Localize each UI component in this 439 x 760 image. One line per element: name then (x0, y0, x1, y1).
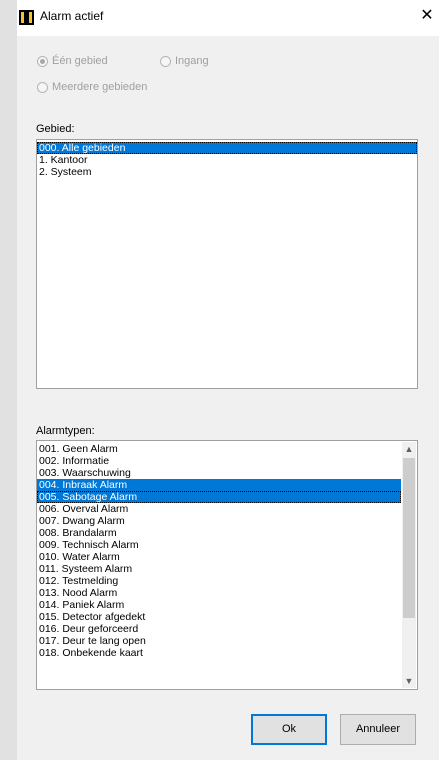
alarm-types-listbox[interactable]: 001. Geen Alarm 002. Informatie 003. Waa… (36, 440, 418, 690)
radio-one-area-label: Één gebied (52, 55, 108, 67)
list-item[interactable]: 008. Brandalarm (37, 527, 401, 539)
list-item[interactable]: 005. Sabotage Alarm (37, 491, 401, 503)
list-item[interactable]: 001. Geen Alarm (37, 443, 401, 455)
radio-selected-icon (37, 55, 48, 67)
area-list-label: Gebied: (36, 123, 75, 135)
list-item[interactable]: 006. Overval Alarm (37, 503, 401, 515)
app-icon (19, 10, 34, 25)
radio-entrance[interactable]: Ingang (160, 55, 209, 67)
list-item[interactable]: 013. Nood Alarm (37, 587, 401, 599)
window-title: Alarm actief (40, 9, 104, 23)
radio-unselected-icon (160, 55, 171, 67)
scrollbar-thumb[interactable] (403, 458, 415, 618)
list-item[interactable]: 017. Deur te lang open (37, 635, 401, 647)
list-item[interactable]: 2. Systeem (37, 166, 417, 178)
list-item[interactable]: 012. Testmelding (37, 575, 401, 587)
radio-entrance-label: Ingang (175, 55, 209, 67)
list-item[interactable]: 015. Detector afgedekt (37, 611, 401, 623)
list-item[interactable]: 000. Alle gebieden (37, 142, 417, 154)
list-item[interactable]: 003. Waarschuwing (37, 467, 401, 479)
scroll-down-icon[interactable]: ▼ (402, 674, 416, 688)
list-item[interactable]: 004. Inbraak Alarm (37, 479, 401, 491)
radio-one-area[interactable]: Één gebied (37, 55, 108, 67)
alarm-types-label: Alarmtypen: (36, 425, 95, 437)
vertical-scrollbar[interactable]: ▲ ▼ (402, 442, 416, 688)
list-item[interactable]: 010. Water Alarm (37, 551, 401, 563)
list-item[interactable]: 018. Onbekende kaart (37, 647, 401, 659)
list-item[interactable]: 016. Deur geforceerd (37, 623, 401, 635)
list-item[interactable]: 011. Systeem Alarm (37, 563, 401, 575)
scroll-up-icon[interactable]: ▲ (402, 442, 416, 456)
list-item[interactable]: 1. Kantoor (37, 154, 417, 166)
close-icon[interactable]: ✕ (418, 6, 436, 26)
list-item[interactable]: 002. Informatie (37, 455, 401, 467)
cancel-button[interactable]: Annuleer (340, 714, 416, 745)
window-left-edge (0, 0, 17, 760)
radio-unselected-icon (37, 81, 48, 93)
list-item[interactable]: 007. Dwang Alarm (37, 515, 401, 527)
area-listbox[interactable]: 000. Alle gebieden 1. Kantoor 2. Systeem (36, 139, 418, 389)
radio-multiple-areas[interactable]: Meerdere gebieden (37, 81, 147, 93)
radio-multiple-areas-label: Meerdere gebieden (52, 81, 148, 93)
list-item[interactable]: 014. Paniek Alarm (37, 599, 401, 611)
list-item[interactable]: 009. Technisch Alarm (37, 539, 401, 551)
ok-button[interactable]: Ok (251, 714, 327, 745)
